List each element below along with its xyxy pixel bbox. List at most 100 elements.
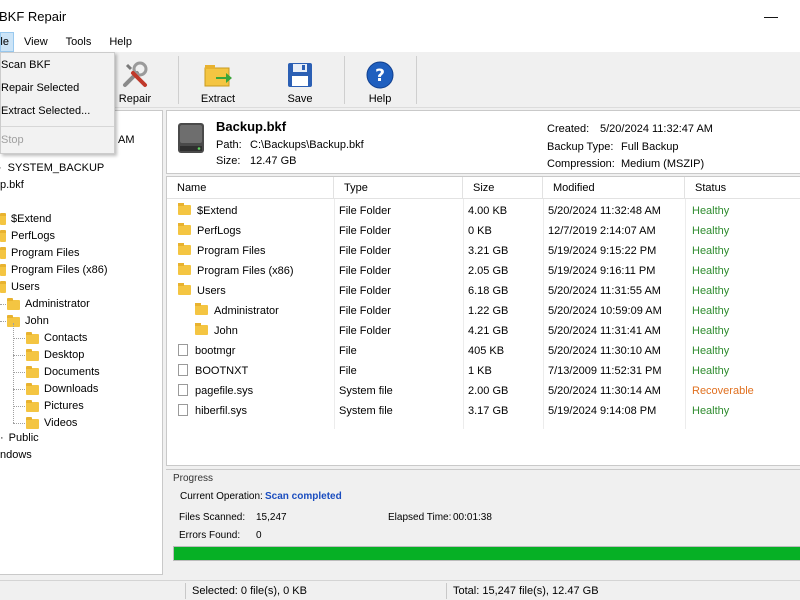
cell-status: Healthy bbox=[692, 345, 730, 357]
tree-node-administrator[interactable]: Administrator bbox=[7, 296, 90, 313]
column-header-type[interactable]: Type bbox=[334, 177, 463, 199]
cell-name-text: $Extend bbox=[197, 205, 238, 217]
toolbar-separator bbox=[178, 56, 179, 104]
tree-node-extend[interactable]: $Extend bbox=[0, 211, 51, 228]
menu-tools[interactable]: Tools bbox=[57, 32, 101, 52]
cell-modified: 5/20/2024 11:31:41 AM bbox=[548, 325, 661, 337]
cell-status: Healthy bbox=[692, 225, 730, 237]
tree-node-system-backup[interactable]: ·SYSTEM_BACKUP bbox=[0, 160, 104, 177]
status-divider bbox=[446, 583, 447, 599]
folder-icon bbox=[178, 243, 191, 255]
cell-modified: 7/13/2009 11:52:31 PM bbox=[548, 365, 662, 377]
backup-type-label: Backup Type: bbox=[547, 141, 614, 153]
help-icon: ? bbox=[366, 61, 394, 89]
table-row[interactable]: bootmgr File 405 KB 5/20/2024 11:30:10 AM He… bbox=[167, 341, 800, 361]
cell-size: 3.21 GB bbox=[468, 245, 509, 257]
cell-name-text: BOOTNXT bbox=[195, 365, 249, 377]
folder-icon bbox=[0, 246, 6, 259]
tree-node-pictures[interactable]: Pictures bbox=[26, 398, 84, 415]
cell-name: pagefile.sys bbox=[178, 381, 253, 401]
cell-name-text: pagefile.sys bbox=[195, 385, 254, 397]
tree-node-label: Videos bbox=[44, 417, 78, 429]
tree-connector bbox=[13, 338, 25, 339]
cell-size: 0 KB bbox=[468, 225, 492, 237]
extract-label: Extract bbox=[200, 93, 236, 105]
tree-node-label: John bbox=[25, 315, 49, 327]
created-label: Created: bbox=[547, 123, 590, 135]
menu-bar: File View Tools Help bbox=[0, 32, 800, 52]
cell-type: System file bbox=[339, 405, 393, 417]
table-row[interactable]: Program Files (x86) File Folder 2.05 GB 5/1… bbox=[167, 261, 800, 281]
tree-node-label: Desktop bbox=[44, 349, 85, 361]
menu-help[interactable]: Help bbox=[100, 32, 141, 52]
tree-connector bbox=[13, 406, 25, 407]
tree-node-perflogs[interactable]: PerfLogs bbox=[0, 228, 55, 245]
tree-node-label: $Extend bbox=[11, 213, 52, 225]
cell-modified: 5/20/2024 11:32:48 AM bbox=[548, 205, 661, 217]
floppy-disk-icon bbox=[288, 63, 312, 87]
table-row[interactable]: Program Files File Folder 3.21 GB 5/19/2024… bbox=[167, 241, 800, 261]
tree-node-users[interactable]: Users bbox=[0, 279, 40, 296]
cell-type: File Folder bbox=[339, 265, 391, 277]
cell-type: File bbox=[339, 345, 357, 357]
column-header-status[interactable]: Status bbox=[685, 177, 800, 199]
folder-tree[interactable]: AM ·SYSTEM_BACKUP p.bkf $Extend PerfLogs… bbox=[0, 110, 163, 575]
minimize-button[interactable]: — bbox=[764, 8, 778, 24]
menu-file[interactable]: File bbox=[0, 32, 14, 52]
column-header-modified[interactable]: Modified bbox=[543, 177, 685, 199]
tree-node-windows[interactable]: ndows bbox=[0, 447, 32, 464]
cell-type: File Folder bbox=[339, 245, 391, 257]
folder-icon bbox=[26, 399, 39, 412]
folder-icon bbox=[0, 229, 6, 242]
help-button[interactable]: ? Help bbox=[350, 55, 410, 105]
title-bar: BKF Repair — bbox=[0, 0, 800, 32]
menu-item-repair-selected[interactable]: Repair Selected bbox=[1, 78, 114, 98]
table-row[interactable]: pagefile.sys System file 2.00 GB 5/20/2024 … bbox=[167, 381, 800, 401]
tree-node-program-files[interactable]: Program Files bbox=[0, 245, 79, 262]
column-header-name[interactable]: Name bbox=[167, 177, 334, 199]
table-row[interactable]: $Extend File Folder 4.00 KB 5/20/2024 11:32… bbox=[167, 201, 800, 221]
table-row[interactable]: Administrator File Folder 1.22 GB 5/20/2024… bbox=[167, 301, 800, 321]
tree-node-contacts[interactable]: Contacts bbox=[26, 330, 87, 347]
table-row[interactable]: hiberfil.sys System file 3.17 GB 5/19/2024 … bbox=[167, 401, 800, 421]
tree-node-downloads[interactable]: Downloads bbox=[26, 381, 98, 398]
cell-modified: 5/20/2024 11:31:55 AM bbox=[548, 285, 661, 297]
tree-node-documents[interactable]: Documents bbox=[26, 364, 100, 381]
file-icon bbox=[178, 404, 188, 416]
cell-type: File Folder bbox=[339, 325, 391, 337]
svg-text:?: ? bbox=[375, 66, 385, 86]
path-value: C:\Backups\Backup.bkf bbox=[250, 139, 364, 151]
tree-node-program-files-x86[interactable]: Program Files (x86) bbox=[0, 262, 108, 279]
compression-value: Medium (MSZIP) bbox=[621, 158, 705, 170]
table-row[interactable]: John File Folder 4.21 GB 5/20/2024 11:31:41… bbox=[167, 321, 800, 341]
cell-name: hiberfil.sys bbox=[178, 401, 247, 421]
menu-view[interactable]: View bbox=[14, 32, 57, 52]
cell-name: John bbox=[195, 321, 238, 341]
cell-name-text: Administrator bbox=[214, 305, 279, 317]
save-label: Save bbox=[287, 93, 313, 105]
cell-status: Healthy bbox=[692, 405, 730, 417]
table-row[interactable]: Users File Folder 6.18 GB 5/20/2024 11:31:5… bbox=[167, 281, 800, 301]
tree-node-bkf[interactable]: p.bkf bbox=[0, 177, 24, 194]
tree-node-public[interactable]: · Public bbox=[0, 430, 39, 447]
table-row[interactable]: BOOTNXT File 1 KB 7/13/2009 11:52:31 PM Heal… bbox=[167, 361, 800, 381]
tree-node-label: Program Files bbox=[11, 247, 80, 259]
cell-name: BOOTNXT bbox=[178, 361, 248, 381]
menu-item-extract-selected[interactable]: Extract Selected... bbox=[1, 101, 114, 121]
column-header-size[interactable]: Size bbox=[463, 177, 543, 199]
toolbar-separator bbox=[344, 56, 345, 104]
cell-modified: 5/20/2024 11:30:14 AM bbox=[548, 385, 661, 397]
tree-node-desktop[interactable]: Desktop bbox=[26, 347, 84, 364]
menu-item-scan-bkf[interactable]: Scan BKF bbox=[1, 55, 114, 75]
tree-connector bbox=[13, 389, 25, 390]
tree-node-label: Documents bbox=[44, 366, 100, 378]
cell-status: Healthy bbox=[692, 265, 730, 277]
current-operation-value: Scan completed bbox=[265, 491, 342, 502]
folder-icon bbox=[0, 212, 6, 225]
table-row[interactable]: PerfLogs File Folder 0 KB 12/7/2019 2:14:07… bbox=[167, 221, 800, 241]
folder-icon bbox=[26, 416, 39, 429]
status-divider bbox=[185, 583, 186, 599]
save-button[interactable]: Save bbox=[270, 55, 330, 105]
file-list[interactable]: Name Type Size Modified Status $Extend Fi… bbox=[166, 176, 800, 466]
extract-button[interactable]: Extract bbox=[188, 55, 248, 105]
